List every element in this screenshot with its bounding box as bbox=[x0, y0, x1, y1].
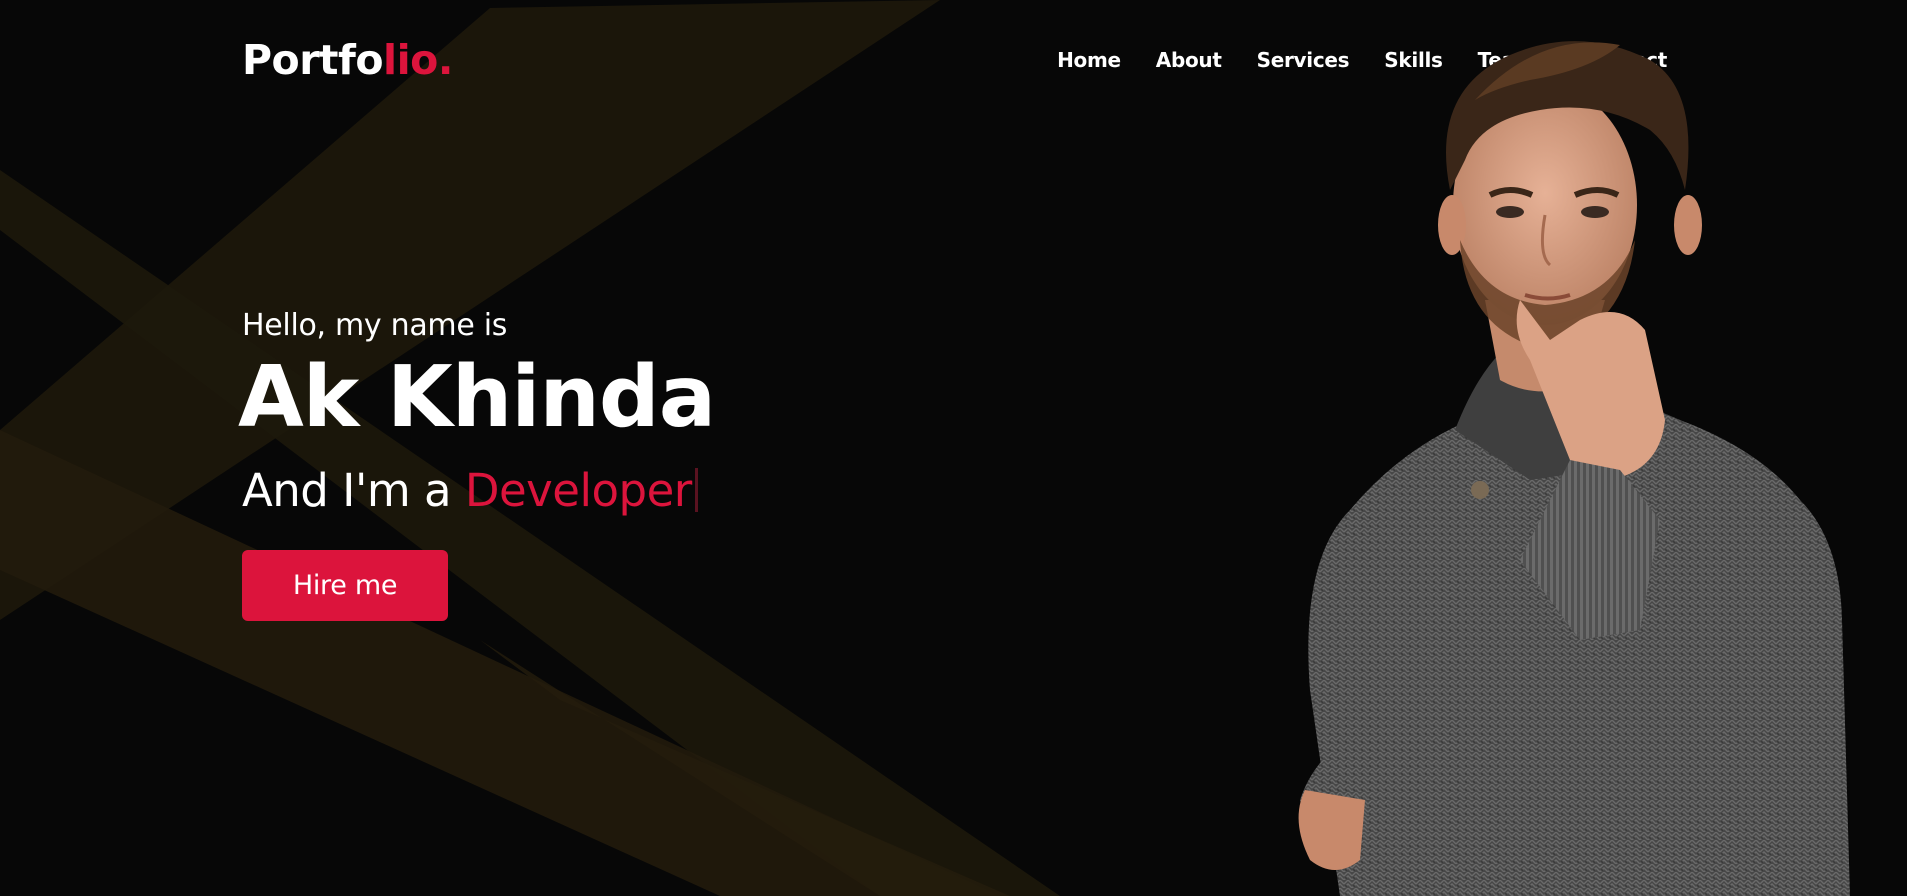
hero-page: Portfolio. Home About Services Skills Te… bbox=[0, 0, 1907, 896]
role-prefix: And I'm a bbox=[242, 464, 465, 517]
logo[interactable]: Portfolio. bbox=[242, 36, 453, 84]
role-typed-text: Developer bbox=[464, 464, 692, 517]
logo-text: Portfo bbox=[242, 36, 384, 84]
typing-cursor bbox=[694, 468, 698, 512]
hero-photo bbox=[1298, 41, 1850, 896]
logo-accent-text: lio. bbox=[383, 36, 453, 84]
hero-name: Ak Khinda bbox=[238, 348, 716, 447]
nav-link-about[interactable]: About bbox=[1156, 48, 1222, 72]
hero-role: And I'm a Developer bbox=[242, 464, 698, 517]
hero-greeting: Hello, my name is bbox=[242, 308, 508, 343]
hire-me-button[interactable]: Hire me bbox=[242, 550, 448, 621]
nav-link-home[interactable]: Home bbox=[1057, 48, 1121, 72]
